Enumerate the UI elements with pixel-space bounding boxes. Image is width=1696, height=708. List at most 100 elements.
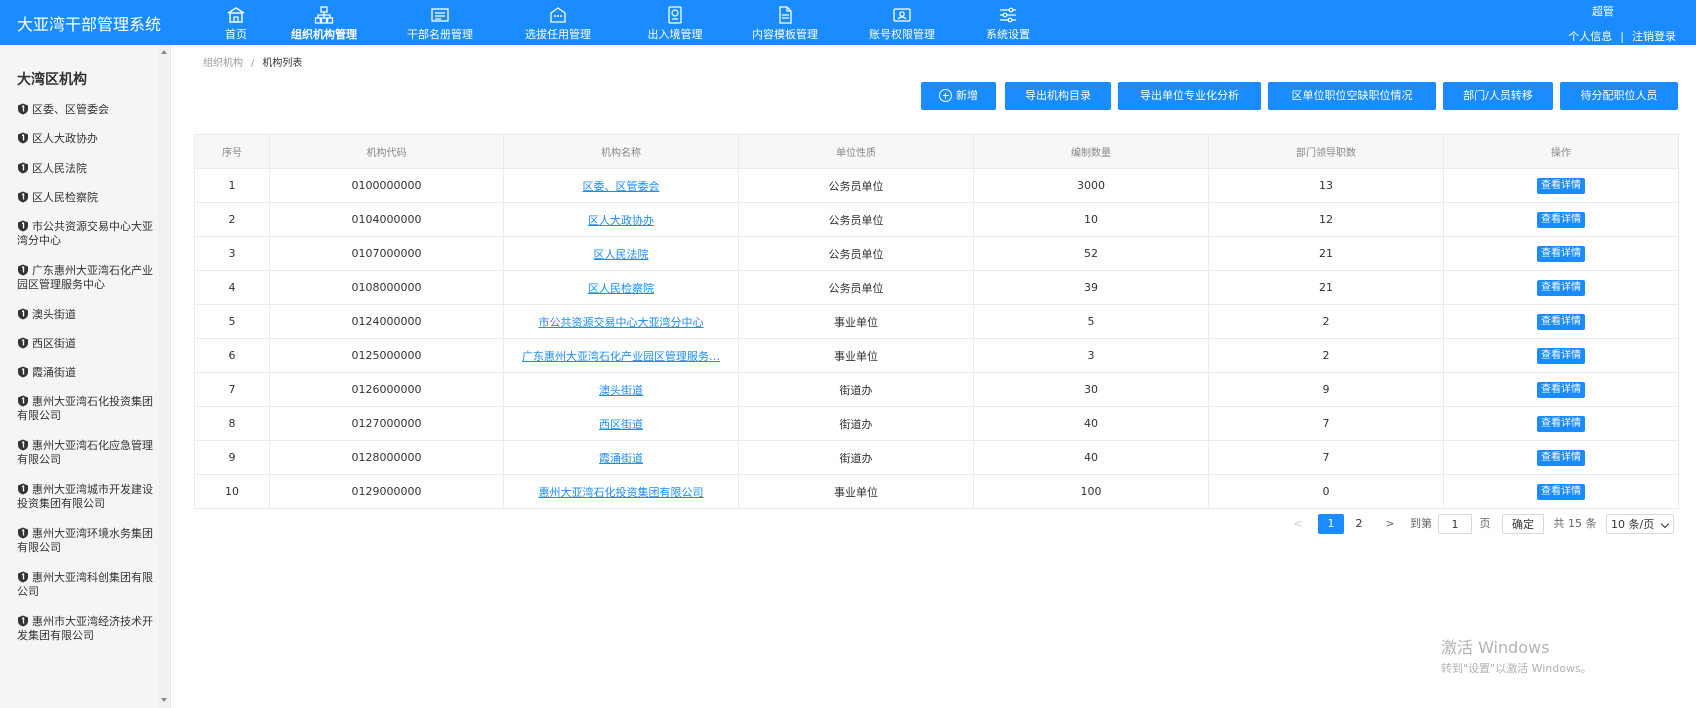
- leader-count-cell: 0: [1208, 474, 1444, 509]
- table-row: 1 0100000000 区委、区管委会 公务员单位 3000 13 查看详情: [194, 168, 1679, 203]
- shield-icon: [18, 483, 28, 495]
- nav-item-template[interactable]: 内容模板管理: [745, 0, 825, 45]
- sidebar-item[interactable]: 区人民法院: [17, 162, 155, 176]
- org-name-link[interactable]: 区人民法院: [594, 248, 649, 261]
- unit-type-cell: 公务员单位: [738, 270, 974, 305]
- sidebar-item[interactable]: 澳头街道: [17, 308, 155, 322]
- sidebar-item[interactable]: 惠州大亚湾环境水务集团有限公司: [17, 527, 155, 555]
- scroll-up-arrow-icon[interactable]: [161, 50, 167, 54]
- vacancy-button[interactable]: 区单位职位空缺职位情况: [1268, 82, 1436, 110]
- goto-confirm-button[interactable]: 确定: [1502, 514, 1544, 534]
- org-code-cell: 0107000000: [269, 236, 504, 271]
- page-2-button[interactable]: 2: [1346, 514, 1372, 534]
- view-details-button[interactable]: 查看详情: [1537, 381, 1585, 398]
- sidebar-item[interactable]: 惠州大亚湾科创集团有限公司: [17, 571, 155, 599]
- org-name-link[interactable]: 市公共资源交易中心大亚湾分中心: [539, 316, 704, 329]
- breadcrumb: 组织机构 / 机构列表: [203, 54, 302, 69]
- staff-quota-cell: 39: [973, 270, 1209, 305]
- transfer-button[interactable]: 部门/人员转移: [1443, 82, 1553, 110]
- org-name-cell: 区委、区管委会: [503, 168, 739, 203]
- org-name-link[interactable]: 澳头街道: [599, 384, 643, 397]
- view-details-button[interactable]: 查看详情: [1537, 347, 1585, 364]
- goto-page-input[interactable]: 1: [1438, 514, 1472, 534]
- unit-type-cell: 街道办: [738, 440, 974, 475]
- org-name-link[interactable]: 区人大政协办: [588, 214, 654, 227]
- nav-item-settings[interactable]: 系统设置: [980, 0, 1036, 45]
- nav-item-appointment[interactable]: 选拔任用管理: [518, 0, 598, 45]
- appointment-icon: [550, 7, 566, 23]
- leader-count-cell: 2: [1208, 304, 1444, 339]
- view-details-button[interactable]: 查看详情: [1537, 211, 1585, 228]
- sidebar-scrollbar[interactable]: [159, 45, 169, 708]
- scroll-down-arrow-icon[interactable]: [161, 698, 167, 702]
- logout-link[interactable]: 注销登录: [1632, 30, 1676, 43]
- org-name-cell: 市公共资源交易中心大亚湾分中心: [503, 304, 739, 339]
- sidebar-item[interactable]: 惠州大亚湾石化投资集团有限公司: [17, 395, 155, 423]
- sidebar-item[interactable]: 霞涌街道: [17, 366, 155, 380]
- pending-staff-button[interactable]: 待分配职位人员: [1560, 82, 1678, 110]
- nav-item-roster[interactable]: 干部名册管理: [400, 0, 480, 45]
- sidebar-item[interactable]: 市公共资源交易中心大亚湾分中心: [17, 220, 155, 248]
- sidebar-item[interactable]: 惠州市大亚湾经济技术开发集团有限公司: [17, 615, 155, 643]
- org-name-link[interactable]: 西区街道: [599, 418, 643, 431]
- sidebar-item[interactable]: 区委、区管委会: [17, 103, 155, 117]
- org-name-link[interactable]: 霞涌街道: [599, 452, 643, 465]
- page-1-button[interactable]: 1: [1318, 514, 1344, 534]
- index-cell: 2: [194, 202, 270, 237]
- shield-icon: [18, 527, 28, 539]
- nav-item-passport[interactable]: 出入境管理: [640, 0, 710, 45]
- breadcrumb-parent[interactable]: 组织机构: [203, 58, 243, 69]
- table-row: 6 0125000000 广东惠州大亚湾石化产业园区管理服务… 事业单位 3 2 查看详情: [194, 338, 1679, 373]
- unit-type-cell: 事业单位: [738, 338, 974, 373]
- table-header-row: 序号 机构代码 机构名称 单位性质 编制数量 部门领导职数 操作: [194, 134, 1679, 169]
- nav-label: 组织机构管理: [291, 28, 357, 41]
- column-header: 编制数量: [973, 134, 1209, 169]
- org-name-link[interactable]: 区人民检察院: [588, 282, 654, 295]
- view-details-button[interactable]: 查看详情: [1537, 449, 1585, 466]
- action-cell: 查看详情: [1443, 304, 1679, 339]
- sidebar-item-label: 惠州大亚湾石化应急管理有限公司: [17, 439, 153, 466]
- add-button[interactable]: 新增: [921, 82, 996, 110]
- index-cell: 7: [194, 372, 270, 407]
- page-size-select[interactable]: 10 条/页: [1606, 514, 1674, 534]
- user-name: 超管: [1592, 5, 1614, 18]
- view-details-button[interactable]: 查看详情: [1537, 483, 1585, 500]
- unit-type-cell: 公务员单位: [738, 236, 974, 271]
- view-details-button[interactable]: 查看详情: [1537, 279, 1585, 296]
- nav-item-home[interactable]: 首页: [216, 0, 256, 45]
- sidebar-item[interactable]: 广东惠州大亚湾石化产业园区管理服务中心: [17, 264, 155, 292]
- pending-staff-label: 待分配职位人员: [1580, 89, 1658, 102]
- org-chart-icon: [314, 6, 334, 24]
- unit-type-cell: 街道办: [738, 372, 974, 407]
- staff-quota-cell: 40: [973, 440, 1209, 475]
- unit-type-cell: 公务员单位: [738, 202, 974, 237]
- sidebar-item[interactable]: 惠州大亚湾城市开发建设投资集团有限公司: [17, 483, 155, 511]
- next-page-button[interactable]: >: [1382, 514, 1398, 534]
- nav-item-org[interactable]: 组织机构管理: [284, 0, 364, 45]
- view-details-button[interactable]: 查看详情: [1537, 415, 1585, 432]
- org-name-link[interactable]: 广东惠州大亚湾石化产业园区管理服务…: [522, 350, 720, 363]
- sidebar-item[interactable]: 西区街道: [17, 337, 155, 351]
- profile-link[interactable]: 个人信息: [1568, 30, 1612, 43]
- sidebar-item-label: 区人大政协办: [32, 132, 98, 145]
- sidebar-item[interactable]: 区人大政协办: [17, 132, 155, 146]
- prev-page-button[interactable]: <: [1290, 514, 1306, 534]
- staff-quota-cell: 40: [973, 406, 1209, 441]
- org-table: 序号 机构代码 机构名称 单位性质 编制数量 部门领导职数 操作 1 0100000000 区委…: [194, 134, 1679, 509]
- shield-icon: [18, 191, 28, 203]
- org-name-link[interactable]: 区委、区管委会: [583, 180, 660, 193]
- view-details-button[interactable]: 查看详情: [1537, 245, 1585, 262]
- sidebar-item[interactable]: 惠州大亚湾石化应急管理有限公司: [17, 439, 155, 467]
- index-cell: 10: [194, 474, 270, 509]
- export-catalog-button[interactable]: 导出机构目录: [1005, 82, 1111, 110]
- org-name-cell: 区人民法院: [503, 236, 739, 271]
- view-details-button[interactable]: 查看详情: [1537, 313, 1585, 330]
- sidebar-item-label: 惠州市大亚湾经济技术开发集团有限公司: [17, 615, 153, 642]
- export-analysis-button[interactable]: 导出单位专业化分析: [1118, 82, 1261, 110]
- sidebar-item[interactable]: 区人民检察院: [17, 191, 155, 205]
- org-name-link[interactable]: 惠州大亚湾石化投资集团有限公司: [539, 486, 704, 499]
- view-details-button[interactable]: 查看详情: [1537, 177, 1585, 194]
- action-cell: 查看详情: [1443, 406, 1679, 441]
- org-code-cell: 0125000000: [269, 338, 504, 373]
- nav-item-account[interactable]: 账号权限管理: [862, 0, 942, 45]
